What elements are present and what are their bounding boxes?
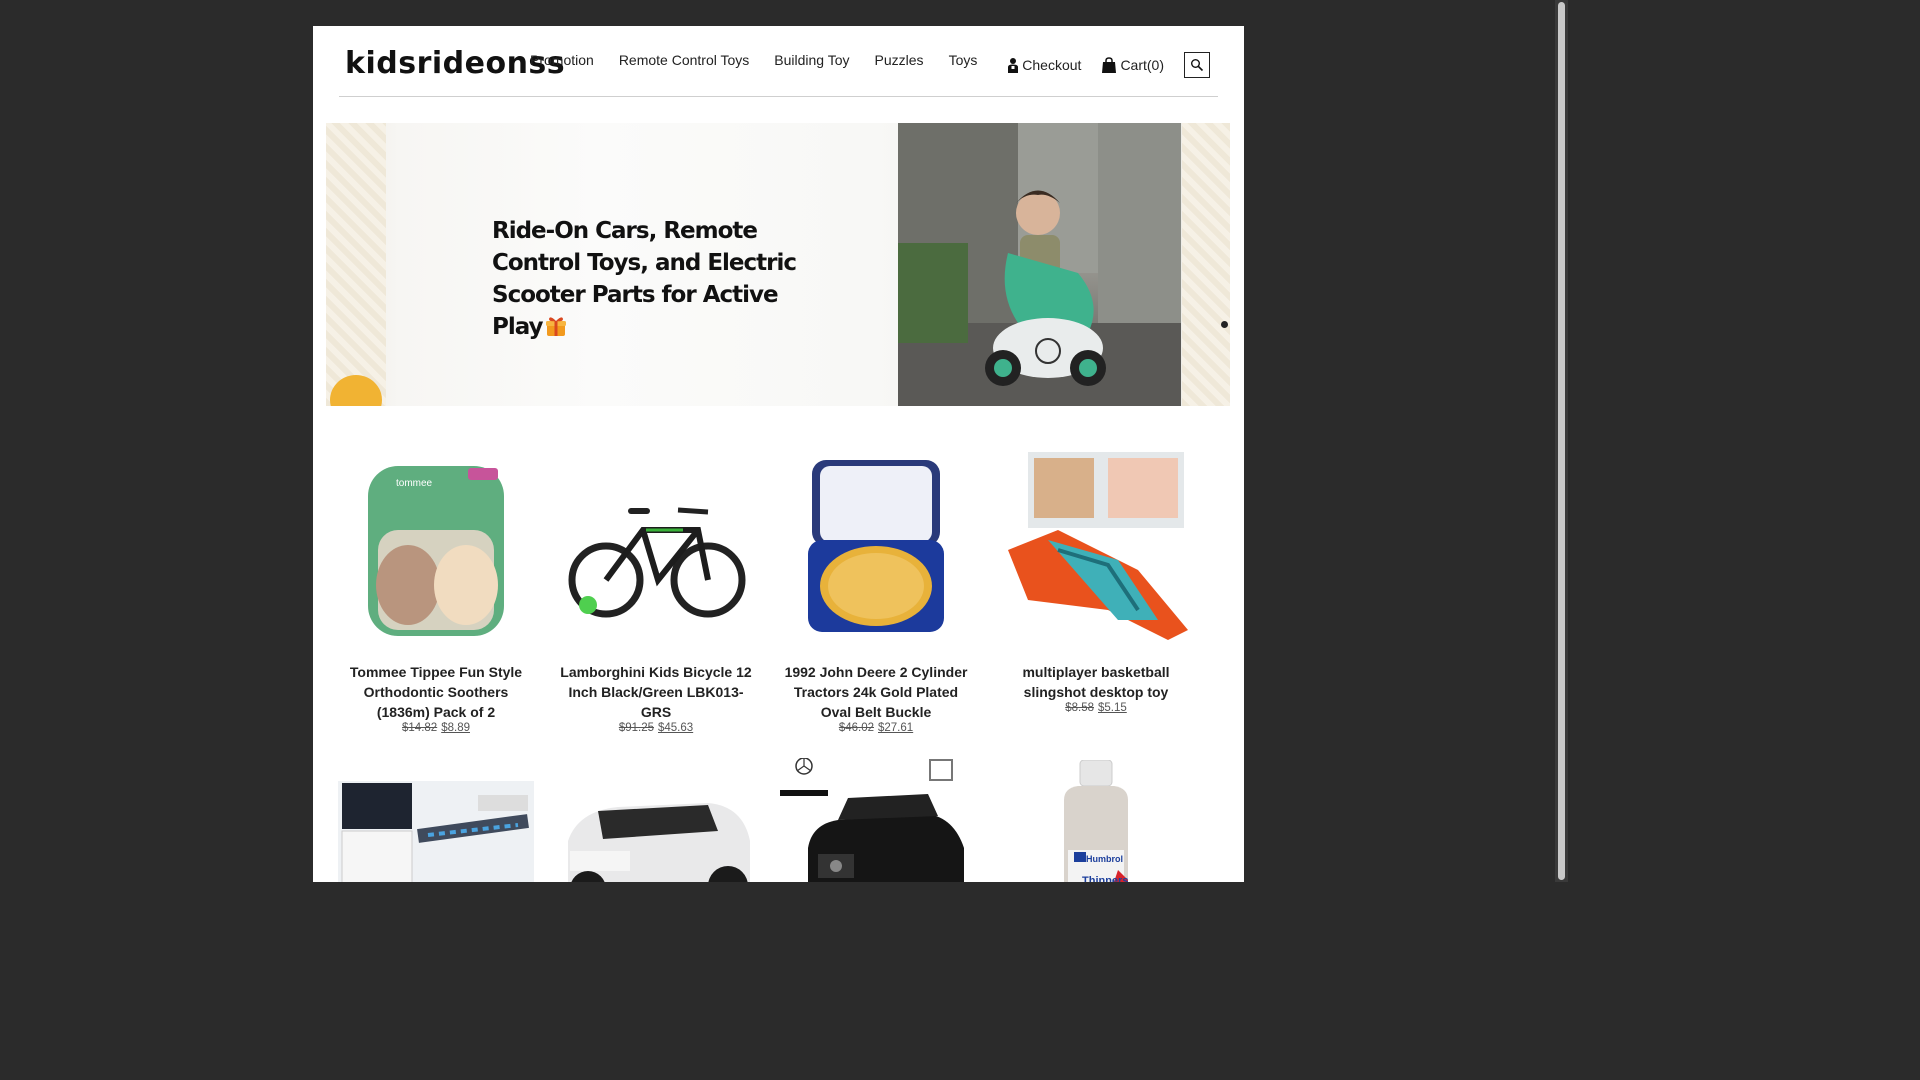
header-actions: Checkout Cart(0) <box>987 52 1210 78</box>
page: kidsrideonss Promotion Remote Control To… <box>313 26 1244 882</box>
sale-price: $45.63 <box>658 722 694 734</box>
hero-photo <box>898 123 1181 406</box>
nav-item-toys[interactable]: Toys <box>949 52 978 68</box>
product-price: $46.02 $27.61 <box>778 722 974 734</box>
site-header: kidsrideonss Promotion Remote Control To… <box>339 26 1218 97</box>
product-price: $8.58 $5.15 <box>998 702 1194 714</box>
hero-banner[interactable]: Ride-On Cars, Remote Control Toys, and E… <box>326 123 1230 406</box>
gift-icon <box>545 316 566 336</box>
banner-dot <box>1221 321 1228 328</box>
shopping-bag-icon <box>1102 57 1117 73</box>
original-price: $91.25 <box>618 722 654 734</box>
product-image[interactable] <box>558 781 754 882</box>
search-button[interactable] <box>1184 52 1210 78</box>
svg-text:Thinners: Thinners <box>1082 875 1128 882</box>
product-card[interactable]: 1992 John Deere 2 Cylinder Tractors 24k … <box>778 450 974 734</box>
checkout-label: Checkout <box>1022 57 1082 73</box>
banner-pattern-left <box>326 123 386 406</box>
product-image[interactable] <box>338 781 534 882</box>
product-title[interactable]: 1992 John Deere 2 Cylinder Tractors 24k … <box>778 662 974 722</box>
sale-price: $5.15 <box>1098 702 1127 714</box>
product-card[interactable]: Lamborghini Kids Bicycle 12 Inch Black/G… <box>558 450 754 734</box>
cart-link[interactable]: Cart(0) <box>1101 57 1164 73</box>
cart-label: Cart(0) <box>1120 57 1164 73</box>
product-title[interactable]: multiplayer basketball slingshot desktop… <box>998 662 1194 702</box>
banner-pattern-right <box>1182 123 1230 406</box>
nav-item-puzzles[interactable]: Puzzles <box>875 52 924 68</box>
product-price: $91.25 $45.63 <box>558 722 754 734</box>
svg-text:tommee: tommee <box>396 478 433 489</box>
checkout-link[interactable]: Checkout <box>1007 57 1081 73</box>
product-card[interactable]: multiplayer basketball slingshot desktop… <box>998 450 1194 714</box>
nav-item-promotion[interactable]: Promotion <box>530 52 594 68</box>
original-price: $46.02 <box>838 722 874 734</box>
original-price: $8.58 <box>1065 702 1094 714</box>
product-image[interactable]: tommee <box>338 450 534 646</box>
nav-item-remote-control-toys[interactable]: Remote Control Toys <box>619 52 749 68</box>
sale-price: $27.61 <box>878 722 914 734</box>
product-image[interactable] <box>998 450 1194 646</box>
nav-item-building-toy[interactable]: Building Toy <box>774 52 849 68</box>
original-price: $14.82 <box>402 722 438 734</box>
product-image[interactable] <box>778 450 974 646</box>
product-card[interactable]: tommee Tommee Tippee Fun Style Orthodont… <box>338 450 534 734</box>
search-icon <box>1191 59 1204 72</box>
scrollbar[interactable] <box>1555 0 1568 882</box>
person-icon <box>1008 58 1019 73</box>
product-title[interactable]: Lamborghini Kids Bicycle 12 Inch Black/G… <box>558 662 754 722</box>
main-nav: Promotion Remote Control Toys Building T… <box>530 52 1002 68</box>
product-title[interactable]: Tommee Tippee Fun Style Orthodontic Soot… <box>338 662 534 722</box>
product-image[interactable]: Humbrol Thinners <box>998 759 1194 882</box>
product-card[interactable] <box>778 757 974 882</box>
product-price: $14.82 $8.89 <box>338 722 534 734</box>
product-card[interactable]: Humbrol Thinners <box>998 759 1194 882</box>
sale-price: $8.89 <box>441 722 470 734</box>
product-image[interactable] <box>558 450 754 646</box>
product-card[interactable] <box>558 781 754 882</box>
product-card[interactable] <box>338 781 534 882</box>
svg-text:Humbrol: Humbrol <box>1086 854 1123 864</box>
banner-headline: Ride-On Cars, Remote Control Toys, and E… <box>492 218 797 340</box>
hero-photo-illustration <box>898 123 1181 406</box>
scrollbar-thumb[interactable] <box>1558 2 1565 880</box>
product-image[interactable] <box>778 757 974 882</box>
